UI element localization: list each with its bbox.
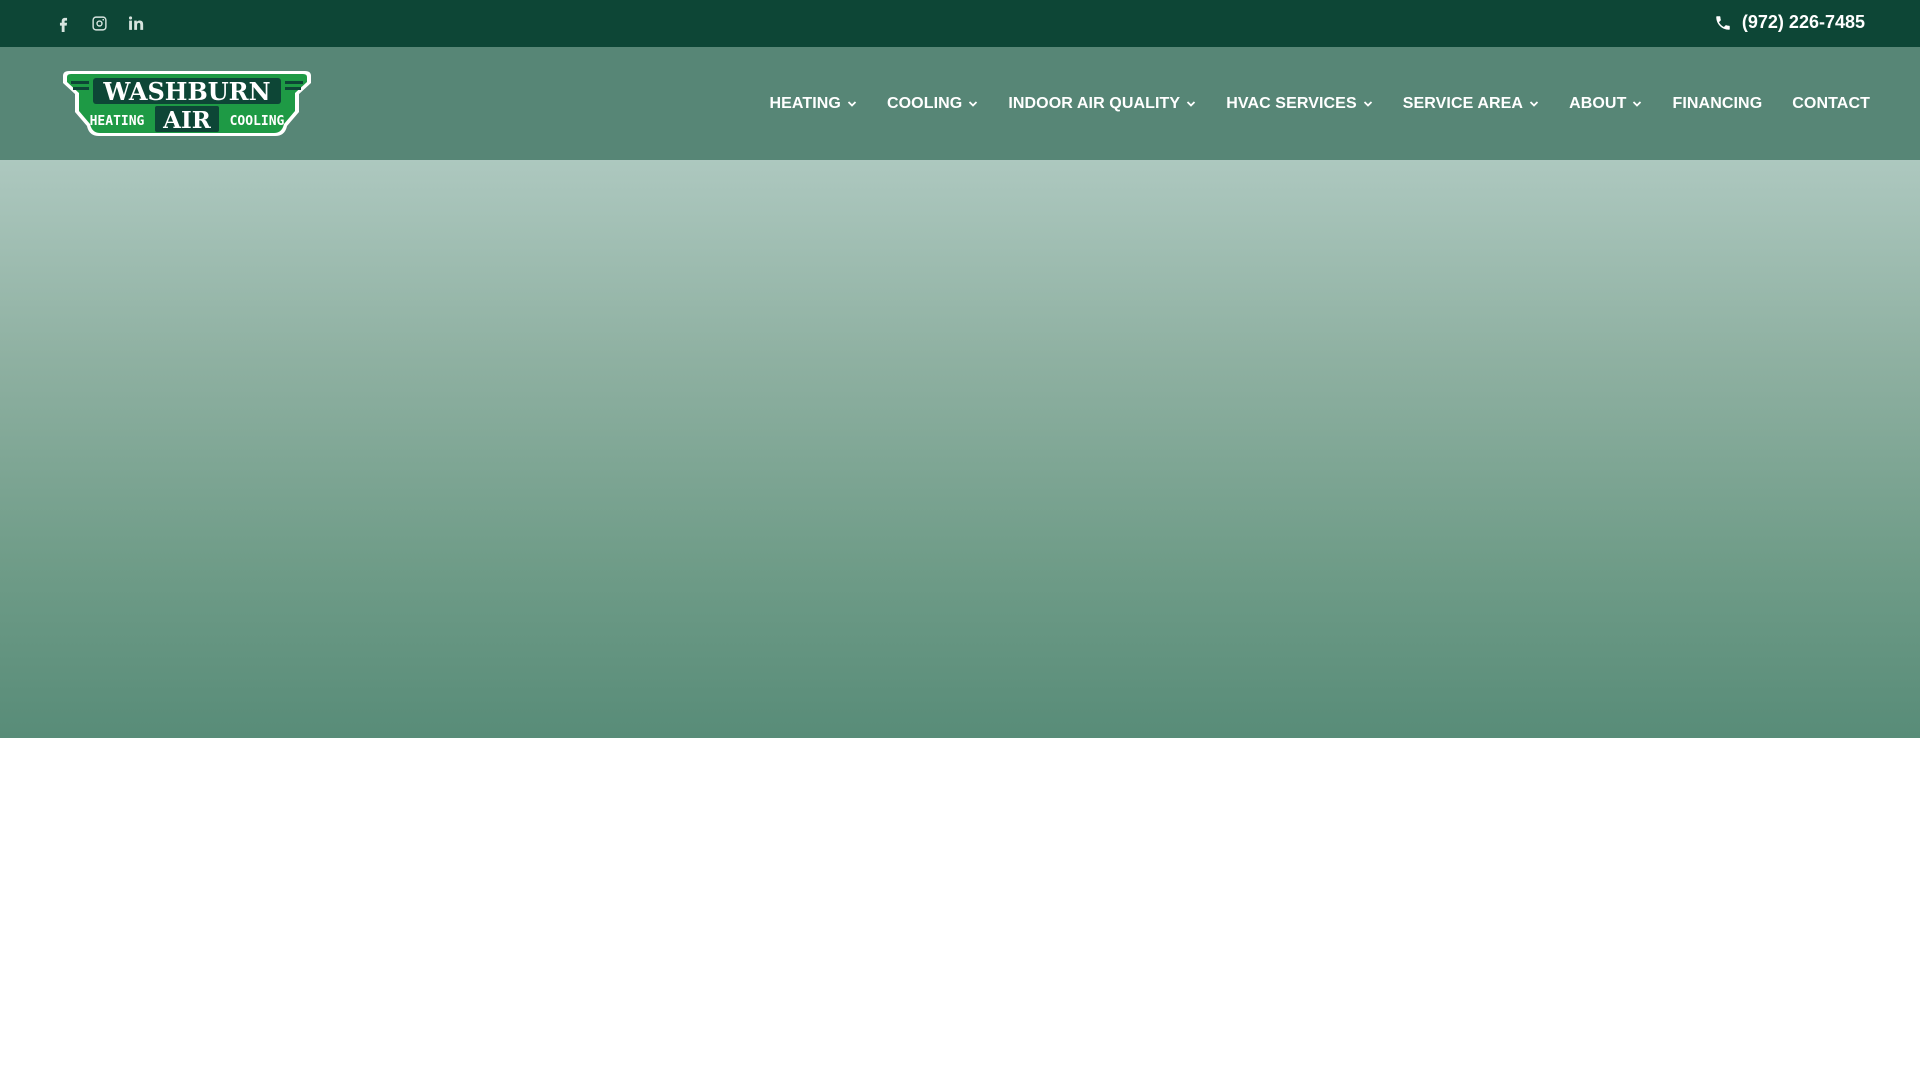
chevron-down-icon — [847, 100, 857, 107]
nav-about[interactable]: ABOUT — [1569, 95, 1642, 113]
chevron-down-icon — [1363, 100, 1372, 107]
nav-hvac-services[interactable]: HVAC SERVICES — [1226, 95, 1373, 113]
nav-hvac-services-label: HVAC SERVICES — [1226, 94, 1357, 112]
nav-financing[interactable]: FINANCING — [1672, 95, 1762, 113]
phone-link[interactable]: (972) 226-7485 — [1714, 12, 1865, 33]
nav-cooling-label: COOLING — [886, 94, 963, 112]
nav-indoor-air-quality-label: INDOOR AIR QUALITY — [1008, 94, 1181, 112]
nav-indoor-air-quality[interactable]: INDOOR AIR QUALITY — [1008, 95, 1196, 113]
nav-about-label: ABOUT — [1569, 94, 1627, 112]
nav-contact[interactable]: CONTACT — [1792, 95, 1870, 113]
instagram-icon[interactable] — [90, 14, 109, 33]
phone-number: (972) 226-7485 — [1741, 12, 1865, 32]
logo-line1: WASHBURN — [102, 77, 270, 106]
nav-service-area[interactable]: SERVICE AREA — [1403, 95, 1539, 113]
social-links — [54, 14, 145, 33]
facebook-icon[interactable] — [54, 14, 73, 33]
main-header: WASHBURN AIR HEATING COOLING HEATING COO… — [0, 47, 1920, 160]
chevron-down-icon — [969, 100, 978, 107]
nav-cooling[interactable]: COOLING — [887, 95, 978, 113]
logo-left: HEATING — [90, 114, 145, 129]
logo-right: COOLING — [230, 114, 285, 129]
top-bar: (972) 226-7485 — [0, 0, 1920, 47]
nav-service-area-label: SERVICE AREA — [1402, 94, 1524, 112]
chevron-down-icon — [1529, 100, 1539, 107]
nav-heating-label: HEATING — [769, 94, 841, 112]
phone-icon — [1716, 15, 1730, 30]
logo-center: AIR — [162, 107, 212, 134]
hero-banner — [0, 160, 1920, 738]
nav-contact-label: CONTACT — [1792, 94, 1870, 112]
main-navigation: HEATING COOLING INDOOR AIR QUALITY HVAC … — [769, 47, 1870, 160]
nav-financing-label: FINANCING — [1672, 94, 1763, 112]
chevron-down-icon — [1633, 100, 1642, 107]
linkedin-icon[interactable] — [126, 14, 145, 33]
washburn-air-logo[interactable]: WASHBURN AIR HEATING COOLING — [55, 68, 319, 140]
chevron-down-icon — [1187, 100, 1196, 107]
nav-heating[interactable]: HEATING — [769, 95, 857, 113]
